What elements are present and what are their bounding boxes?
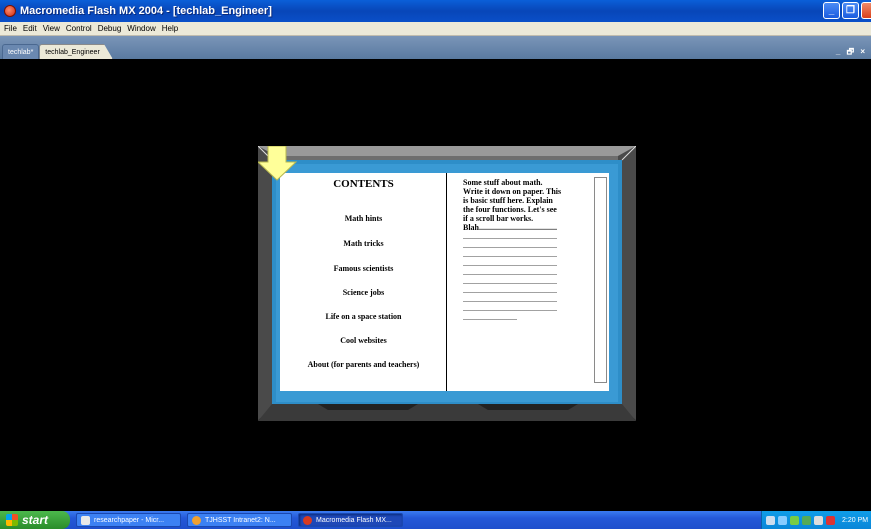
toc-famous-scientists[interactable]: Famous scientists: [280, 264, 447, 273]
alert-icon[interactable]: [826, 515, 835, 525]
window-title: Macromedia Flash MX 2004 - [techlab_Engi…: [20, 5, 272, 17]
dotted-line: ........................................…: [463, 286, 557, 295]
minimize-button[interactable]: _: [823, 2, 840, 19]
dotted-line: ........................................…: [463, 232, 557, 241]
close-button[interactable]: [861, 2, 871, 19]
menu-debug[interactable]: Debug: [95, 22, 125, 36]
task-intranet[interactable]: TJHSST Intranet2: N...: [187, 513, 292, 527]
start-button[interactable]: start: [0, 511, 70, 529]
text-scrollbar[interactable]: [594, 177, 607, 383]
toc-life-on-space-station[interactable]: Life on a space station: [280, 312, 447, 321]
text-page: Some stuff about math. Write it down on …: [447, 173, 609, 391]
document-tab-strip: techlab* techlab_Engineer _ 🗗 ×: [0, 36, 871, 59]
toc-science-jobs[interactable]: Science jobs: [280, 288, 447, 297]
toc-math-tricks[interactable]: Math tricks: [280, 239, 447, 248]
flash-app-icon: [4, 5, 16, 17]
volume-icon[interactable]: [802, 515, 811, 525]
restore-button[interactable]: ❐: [842, 2, 859, 19]
menu-window[interactable]: Window: [124, 22, 158, 36]
toc-cool-websites[interactable]: Cool websites: [280, 336, 447, 345]
toc-math-hints[interactable]: Math hints: [280, 214, 447, 223]
title-bar: Macromedia Flash MX 2004 - [techlab_Engi…: [0, 0, 871, 22]
down-arrow-icon[interactable]: [258, 146, 298, 182]
text-line: is basic stuff here. Explain: [463, 196, 553, 205]
dotted-line: ...........................: [463, 313, 517, 322]
dotted-line: ........................................…: [463, 259, 557, 268]
contents-title: CONTENTS: [333, 178, 394, 190]
menu-view[interactable]: View: [40, 22, 63, 36]
document-icon: [81, 515, 90, 525]
task-label: TJHSST Intranet2: N...: [205, 516, 276, 524]
tab-techlab-engineer[interactable]: techlab_Engineer: [39, 44, 113, 59]
text-line: the four functions. Let's see: [463, 205, 557, 214]
menu-control[interactable]: Control: [63, 22, 95, 36]
task-researchpaper[interactable]: researchpaper - Micr...: [76, 513, 181, 527]
task-label: researchpaper - Micr...: [94, 516, 165, 524]
tray-back-icon[interactable]: [766, 515, 775, 525]
task-flash[interactable]: Macromedia Flash MX...: [298, 513, 403, 527]
text-line: Some stuff about math.: [463, 178, 543, 187]
system-tray: 2:20 PM: [761, 511, 871, 529]
menu-file[interactable]: File: [0, 22, 20, 36]
toc-about[interactable]: About (for parents and teachers): [280, 360, 447, 369]
task-label: Macromedia Flash MX...: [316, 516, 392, 524]
book-scene: CONTENTS Math hints Math tricks Famous s…: [258, 146, 636, 421]
browser-icon: [192, 515, 201, 525]
menu-bar: File Edit View Control Debug Window Help: [0, 22, 871, 36]
security-icon[interactable]: [814, 515, 823, 525]
dotted-line: ........................................…: [463, 241, 557, 250]
text-line: Write it down on paper. This: [463, 187, 562, 196]
dotted-line: ........................................…: [463, 277, 557, 286]
tab-techlab[interactable]: techlab*: [2, 44, 40, 59]
dotted-line: ........................................…: [463, 295, 557, 304]
network-icon[interactable]: [778, 515, 787, 525]
document-window-controls[interactable]: _ 🗗 ×: [836, 46, 867, 60]
dotted-line: ........................................…: [463, 268, 557, 277]
window-controls: _ ❐: [823, 2, 871, 19]
menu-help[interactable]: Help: [159, 22, 181, 36]
clock: 2:20 PM: [842, 516, 869, 524]
windows-logo-icon: [6, 514, 18, 526]
dotted-line: ........................................…: [463, 304, 557, 313]
menu-edit[interactable]: Edit: [20, 22, 40, 36]
text-scroll-content: Some stuff about math. Write it down on …: [463, 178, 591, 322]
text-line: if a scroll bar works.: [463, 214, 534, 223]
dotted-line: ........................................…: [463, 250, 557, 259]
taskbar: start researchpaper - Micr... TJHSST Int…: [0, 511, 871, 529]
contents-page: CONTENTS Math hints Math tricks Famous s…: [280, 173, 447, 391]
flash-icon: [303, 515, 312, 525]
blah-line: Blah....................................…: [463, 223, 558, 232]
flash-ide-window: Macromedia Flash MX 2004 - [techlab_Engi…: [0, 0, 871, 529]
signal-icon[interactable]: [790, 515, 799, 525]
start-label: start: [22, 513, 49, 527]
